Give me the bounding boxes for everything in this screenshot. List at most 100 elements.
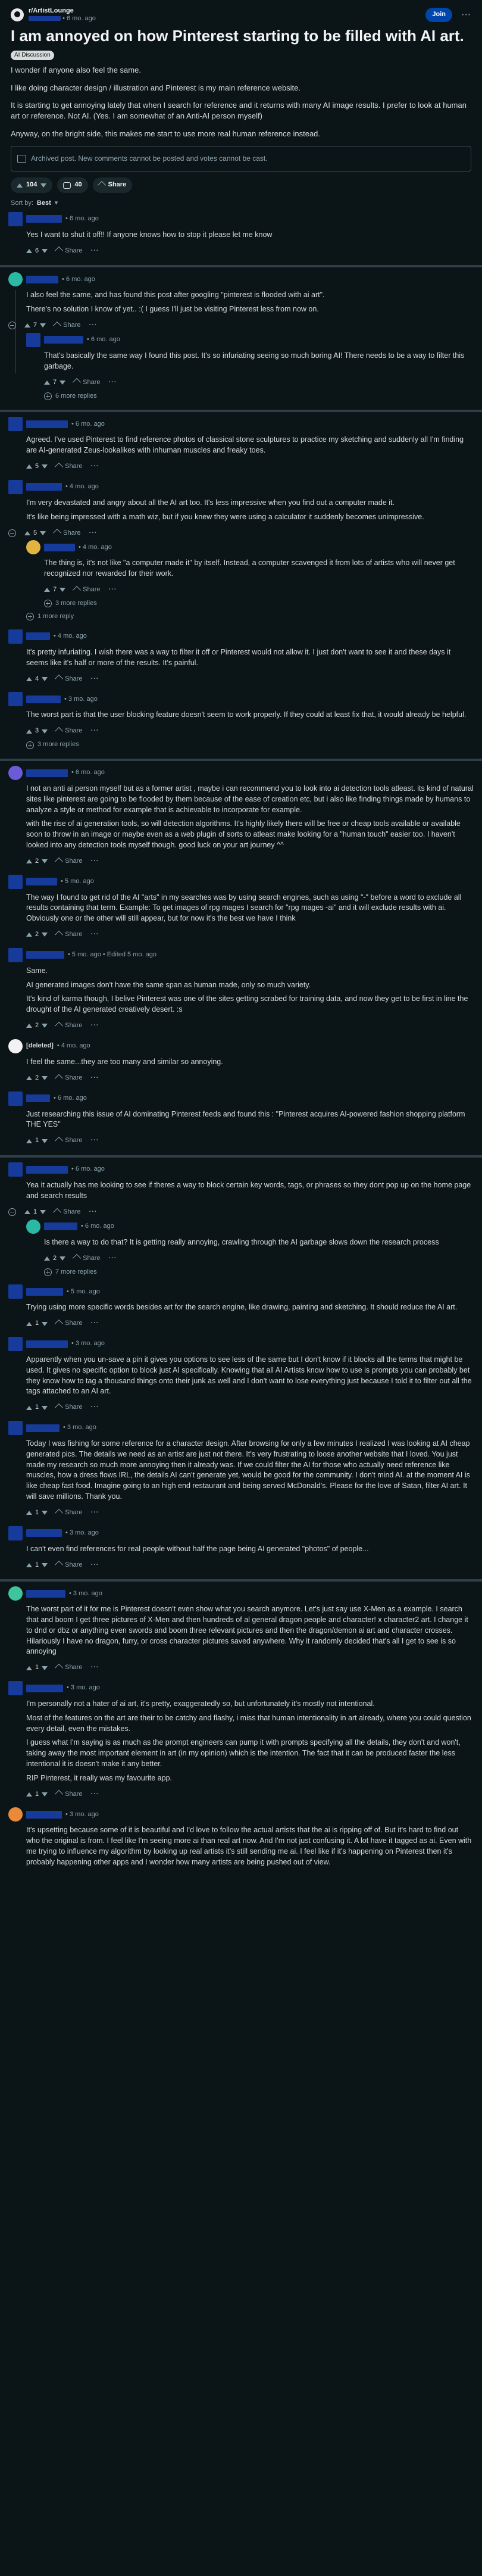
comment-overflow-menu[interactable]: ··· xyxy=(90,1561,99,1570)
username-redacted[interactable] xyxy=(26,769,68,777)
comment-overflow-menu[interactable]: ··· xyxy=(89,1208,97,1217)
downvote-icon[interactable] xyxy=(42,729,48,734)
comment-overflow-menu[interactable]: ··· xyxy=(108,585,117,595)
collapse-thread-icon[interactable] xyxy=(8,529,16,537)
downvote-icon[interactable] xyxy=(60,1256,66,1261)
comment-overflow-menu[interactable]: ··· xyxy=(90,726,99,736)
comment-overflow-menu[interactable]: ··· xyxy=(108,378,117,388)
post-comments-button[interactable]: 40 xyxy=(57,177,88,193)
comment-overflow-menu[interactable]: ··· xyxy=(90,1663,99,1673)
post-share-button[interactable]: Share xyxy=(92,177,133,193)
user-avatar[interactable] xyxy=(8,1337,23,1352)
user-avatar[interactable] xyxy=(8,629,23,644)
comment-share-button[interactable]: Share xyxy=(55,462,82,472)
username-redacted[interactable] xyxy=(26,632,50,641)
downvote-icon[interactable] xyxy=(42,1792,48,1797)
more-replies-link[interactable]: 7 more replies xyxy=(44,1265,474,1278)
downvote-icon[interactable] xyxy=(40,531,46,535)
downvote-icon[interactable] xyxy=(42,676,48,681)
join-button[interactable]: Join xyxy=(425,8,452,22)
user-avatar[interactable] xyxy=(8,692,23,707)
comment-share-button[interactable]: Share xyxy=(55,1663,82,1673)
upvote-icon[interactable] xyxy=(26,1563,32,1567)
comment-share-button[interactable]: Share xyxy=(55,1074,82,1083)
comment-share-button[interactable]: Share xyxy=(53,529,80,538)
comment-overflow-menu[interactable]: ··· xyxy=(90,1508,99,1518)
username-redacted[interactable] xyxy=(26,1529,62,1538)
downvote-icon[interactable] xyxy=(40,1210,46,1215)
username-redacted[interactable] xyxy=(26,1340,68,1348)
upvote-icon[interactable] xyxy=(26,1511,32,1515)
downvote-icon[interactable] xyxy=(42,1666,48,1670)
upvote-icon[interactable] xyxy=(26,1024,32,1028)
upvote-icon[interactable] xyxy=(26,248,32,253)
comment-overflow-menu[interactable]: ··· xyxy=(90,857,99,866)
comment-overflow-menu[interactable]: ··· xyxy=(108,1254,117,1264)
post-flair[interactable]: AI Discussion xyxy=(11,50,54,61)
upvote-icon[interactable] xyxy=(26,1405,32,1410)
user-avatar[interactable] xyxy=(8,272,23,287)
sort-control[interactable]: Sort by: Best ▾ xyxy=(11,199,471,208)
upvote-icon[interactable] xyxy=(26,1321,32,1326)
comment-share-button[interactable]: Share xyxy=(55,930,82,940)
comment-share-button[interactable]: Share xyxy=(55,1021,82,1031)
upvote-icon[interactable] xyxy=(24,323,30,328)
upvote-icon[interactable] xyxy=(44,588,50,592)
comment-overflow-menu[interactable]: ··· xyxy=(90,1136,99,1146)
downvote-icon[interactable] xyxy=(60,588,66,592)
comment-share-button[interactable]: Share xyxy=(55,675,82,684)
subreddit-name[interactable]: r/ArtistLounge xyxy=(29,7,96,15)
username-redacted[interactable] xyxy=(44,543,75,551)
user-avatar[interactable] xyxy=(8,874,23,889)
user-avatar[interactable] xyxy=(26,540,40,555)
comment-share-button[interactable]: Share xyxy=(53,321,80,330)
user-avatar[interactable] xyxy=(26,1219,40,1234)
comment-overflow-menu[interactable]: ··· xyxy=(89,321,97,330)
comment-share-button[interactable]: Share xyxy=(55,1561,82,1570)
user-avatar[interactable] xyxy=(8,211,23,226)
upvote-icon[interactable] xyxy=(26,1792,32,1797)
user-avatar[interactable] xyxy=(8,479,23,494)
comment-overflow-menu[interactable]: ··· xyxy=(90,1403,99,1412)
downvote-icon[interactable] xyxy=(42,933,48,937)
comment-overflow-menu[interactable]: ··· xyxy=(90,462,99,472)
upvote-icon[interactable] xyxy=(26,859,32,864)
username-redacted[interactable] xyxy=(26,215,62,223)
post-overflow-menu[interactable]: ··· xyxy=(462,10,471,20)
downvote-icon[interactable] xyxy=(42,1405,48,1410)
username-redacted[interactable] xyxy=(26,1287,63,1296)
upvote-icon[interactable] xyxy=(26,1076,32,1081)
downvote-icon[interactable] xyxy=(42,464,48,469)
comment-share-button[interactable]: Share xyxy=(55,1403,82,1412)
comment-share-button[interactable]: Share xyxy=(53,1208,80,1217)
user-avatar[interactable] xyxy=(8,417,23,432)
username-redacted[interactable] xyxy=(26,1424,60,1432)
user-avatar[interactable] xyxy=(8,1681,23,1696)
comment-share-button[interactable]: Share xyxy=(55,1790,82,1800)
user-avatar[interactable] xyxy=(8,1091,23,1106)
downvote-icon[interactable] xyxy=(40,323,46,328)
upvote-icon[interactable] xyxy=(26,676,32,681)
collapse-thread-icon[interactable] xyxy=(8,322,16,330)
upvote-icon[interactable] xyxy=(26,464,32,469)
comment-share-button[interactable]: Share xyxy=(73,1254,100,1264)
comment-share-button[interactable]: Share xyxy=(73,378,100,388)
comment-overflow-menu[interactable]: ··· xyxy=(89,529,97,538)
username-redacted[interactable] xyxy=(26,878,57,886)
comment-share-button[interactable]: Share xyxy=(55,1136,82,1146)
user-avatar[interactable] xyxy=(8,1807,23,1822)
comment-overflow-menu[interactable]: ··· xyxy=(90,247,99,256)
user-avatar[interactable] xyxy=(26,332,40,347)
upvote-icon[interactable] xyxy=(17,183,23,188)
upvote-icon[interactable] xyxy=(26,1139,32,1143)
username-redacted[interactable] xyxy=(26,420,68,428)
comment-overflow-menu[interactable]: ··· xyxy=(90,1790,99,1800)
more-replies-link[interactable]: 3 more replies xyxy=(44,597,474,610)
comment-share-button[interactable]: Share xyxy=(55,726,82,736)
user-avatar[interactable] xyxy=(8,1038,23,1053)
downvote-icon[interactable] xyxy=(42,1511,48,1515)
comment-share-button[interactable]: Share xyxy=(55,857,82,866)
comment-overflow-menu[interactable]: ··· xyxy=(90,675,99,684)
user-avatar[interactable] xyxy=(8,1162,23,1177)
comment-share-button[interactable]: Share xyxy=(73,585,100,595)
